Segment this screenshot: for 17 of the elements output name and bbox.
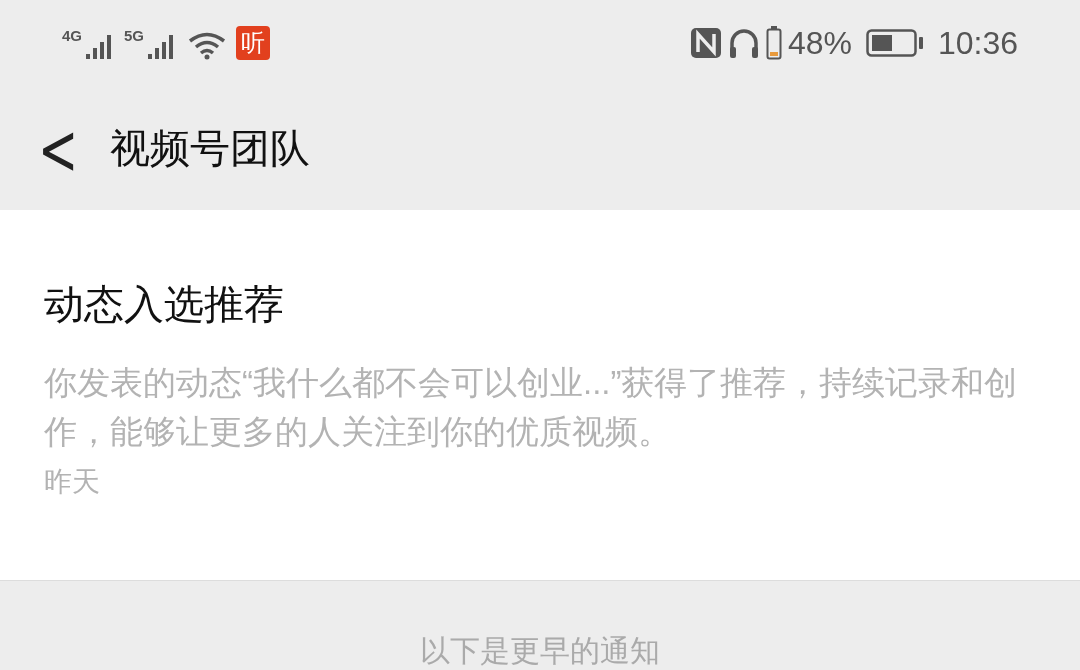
network-label: 4G xyxy=(62,27,82,43)
back-button[interactable]: < xyxy=(38,111,78,184)
signal-icon xyxy=(86,33,114,60)
battery-percent: 48% xyxy=(787,26,852,59)
battery-icon xyxy=(865,28,924,57)
notification-body: 你发表的动态“我什么都不会可以创业...”获得了推荐，持续记录和创作，能够让更多的人关注到你的优质视频。 xyxy=(44,363,1019,452)
headphones-icon xyxy=(727,26,760,59)
earlier-notifications-label: 以下是更早的通知 xyxy=(420,636,660,666)
clock: 10:36 xyxy=(937,26,1018,59)
wifi-icon xyxy=(188,31,227,60)
battery-icon xyxy=(765,25,782,60)
page-title: 视频号团队 xyxy=(110,127,310,168)
nfc-icon xyxy=(689,26,722,59)
app-badge: 听 xyxy=(236,25,271,60)
notification-time: 昨天 xyxy=(44,468,101,496)
network-label: 5G xyxy=(124,27,145,43)
notification-title: 动态入选推荐 xyxy=(44,284,285,324)
